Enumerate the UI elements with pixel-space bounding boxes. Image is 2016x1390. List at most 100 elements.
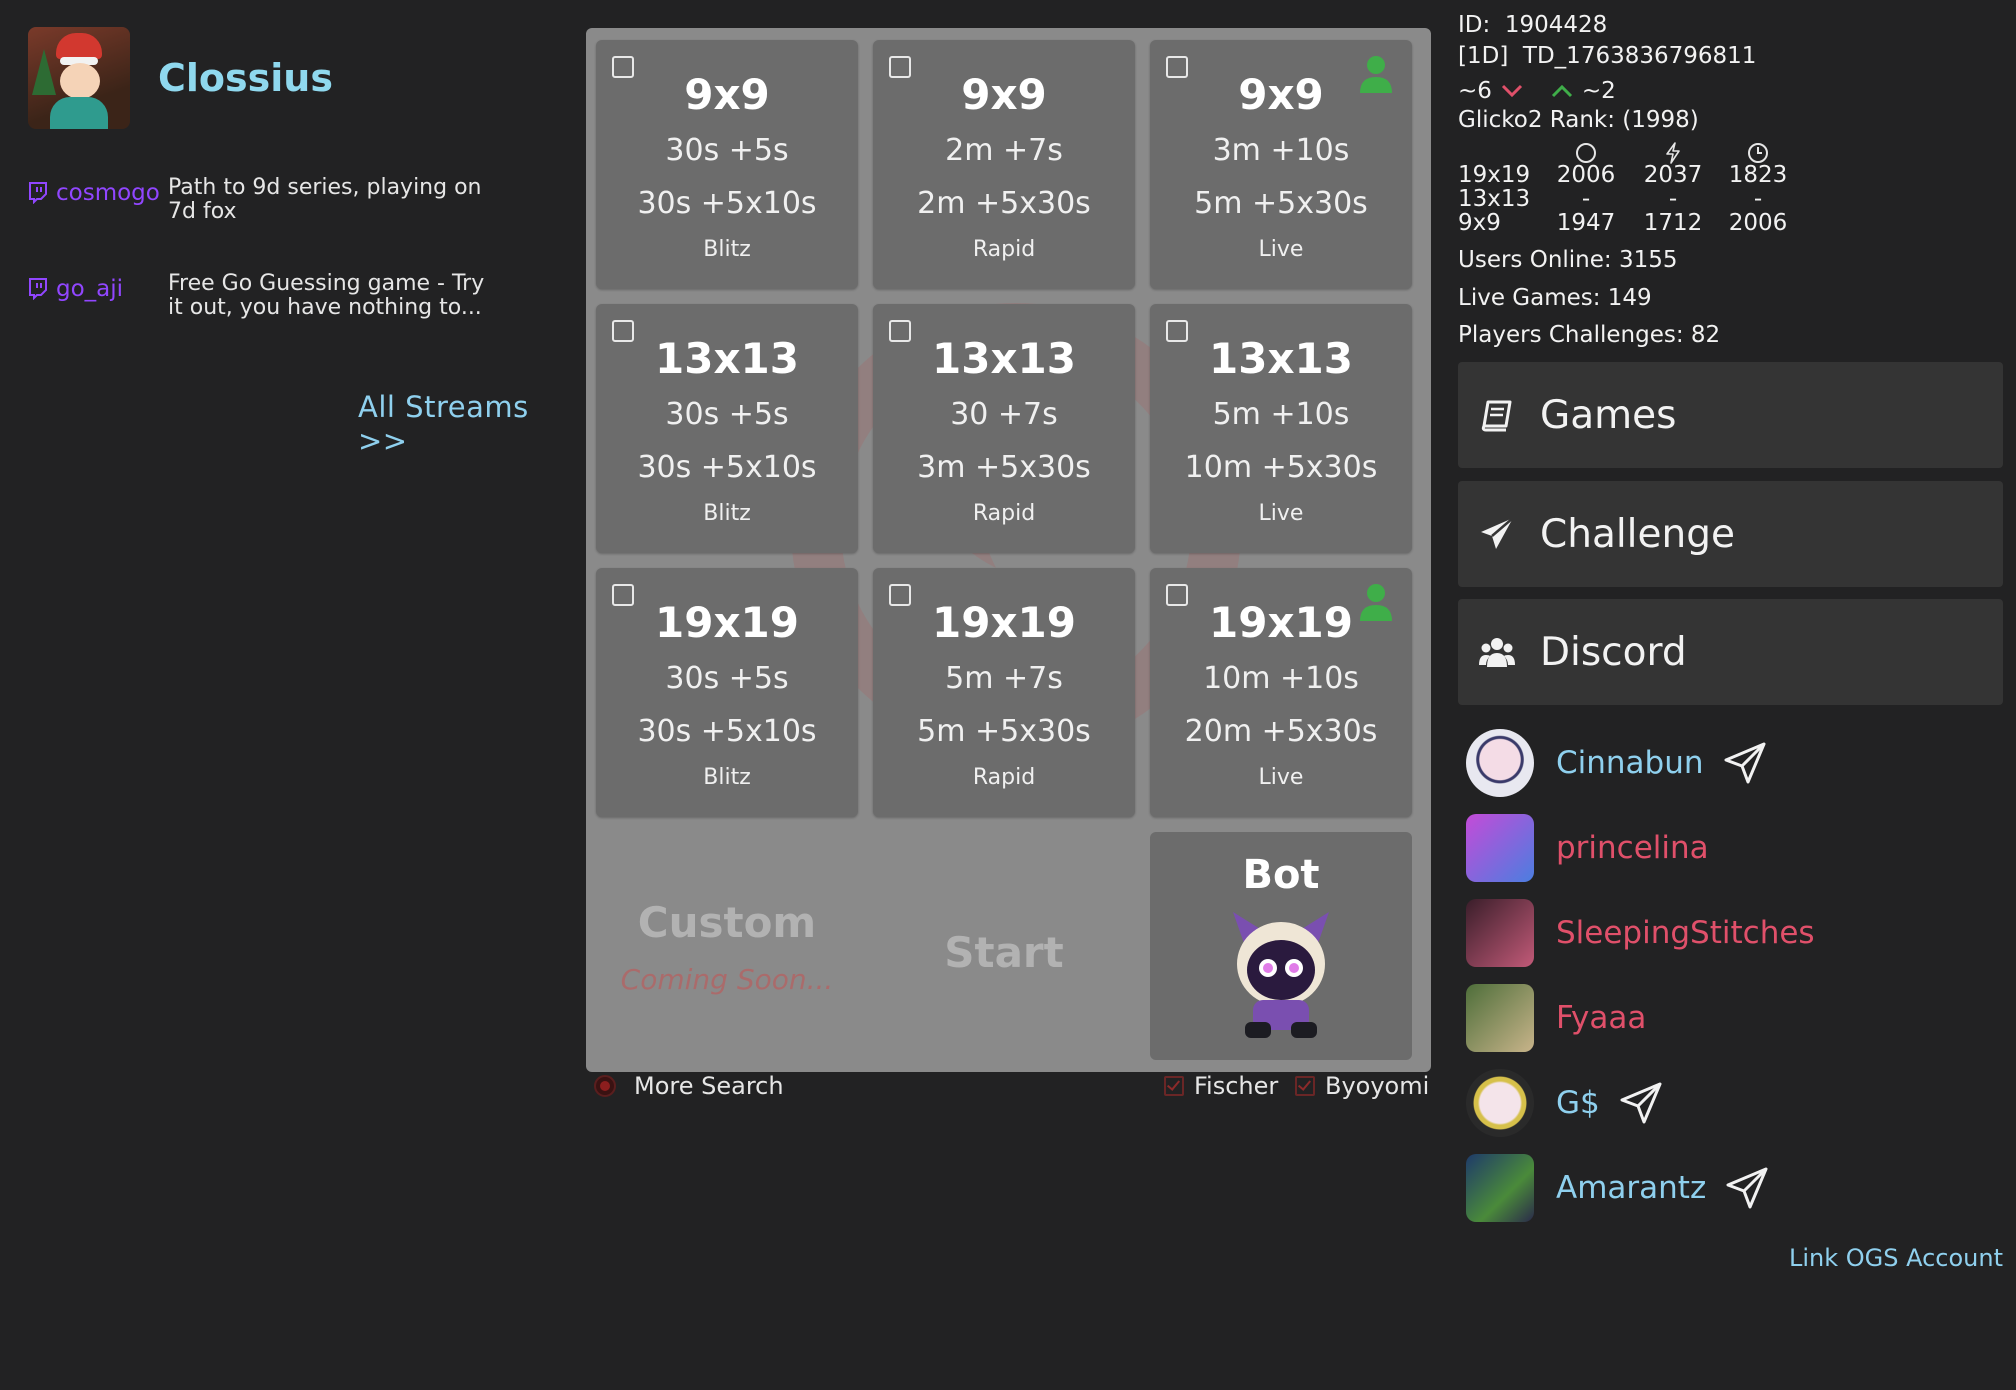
lightning-icon: [1666, 142, 1680, 164]
friend-name[interactable]: Fyaaa: [1556, 1000, 1646, 1036]
trend-up-value: ~2: [1581, 78, 1616, 104]
more-search-option[interactable]: More Search: [594, 1072, 784, 1100]
fischer-checkbox[interactable]: [1164, 1076, 1184, 1096]
board-size: 9x9: [961, 70, 1047, 119]
friend-name[interactable]: Amarantz: [1556, 1170, 1706, 1206]
friend-list-item[interactable]: Fyaaa: [1466, 983, 1646, 1053]
friend-list-item[interactable]: G$: [1466, 1068, 1664, 1138]
more-search-radio[interactable]: [594, 1075, 616, 1097]
send-icon[interactable]: [1722, 740, 1768, 786]
tile-checkbox[interactable]: [1166, 584, 1188, 606]
friend-name[interactable]: G$: [1556, 1085, 1600, 1121]
twitch-icon: [29, 278, 47, 300]
rank-value: 1823: [1728, 162, 1788, 188]
live-games: Live Games: 149: [1458, 285, 1652, 311]
tile-checkbox[interactable]: [612, 56, 634, 78]
time-control-tile[interactable]: 19x19 10m +10s 20m +5x30s Live: [1150, 568, 1412, 817]
speed-label: Rapid: [972, 501, 1036, 526]
avatar[interactable]: [1466, 1069, 1534, 1137]
time-control-tile[interactable]: 9x9 2m +7s 2m +5x30s Rapid: [873, 40, 1135, 289]
byoyomi-option[interactable]: Byoyomi: [1295, 1072, 1429, 1100]
tile-checkbox[interactable]: [889, 320, 911, 342]
time-control-tile[interactable]: 13x13 30 +7s 3m +5x30s Rapid: [873, 304, 1135, 553]
speed-label: Blitz: [703, 765, 751, 790]
stream-title[interactable]: Free Go Guessing game - Try it out, you …: [168, 272, 498, 320]
time-control-tile[interactable]: 19x19 5m +7s 5m +5x30s Rapid: [873, 568, 1135, 817]
profile-name[interactable]: Clossius: [158, 56, 333, 100]
byoyomi-time: 20m +5x30s: [1184, 714, 1378, 749]
friend-name[interactable]: SleepingStitches: [1556, 915, 1815, 951]
avatar[interactable]: [28, 27, 130, 129]
bot-tile[interactable]: Bot: [1150, 832, 1412, 1060]
stream-user[interactable]: cosmogo: [56, 180, 160, 206]
rank-dash: -: [1668, 186, 1678, 212]
tile-checkbox[interactable]: [889, 56, 911, 78]
discord-button[interactable]: Discord: [1458, 599, 2003, 705]
tile-checkbox[interactable]: [889, 584, 911, 606]
start-button[interactable]: Start: [873, 836, 1135, 1066]
glicko-rank: Glicko2 Rank: (1998): [1458, 107, 1699, 133]
friend-list-item[interactable]: SleepingStitches: [1466, 898, 1815, 968]
custom-tile: Custom Coming Soon...: [596, 836, 858, 1066]
byoyomi-time: 30s +5x10s: [637, 450, 817, 485]
send-icon[interactable]: [1724, 1165, 1770, 1211]
stream-user[interactable]: go_aji: [56, 276, 123, 302]
time-control-tile[interactable]: 9x9 30s +5s 30s +5x10s Blitz: [596, 40, 858, 289]
speed-label: Rapid: [972, 237, 1036, 262]
avatar[interactable]: [1466, 814, 1534, 882]
id-label: ID:: [1458, 12, 1491, 38]
avatar[interactable]: [1466, 984, 1534, 1052]
trend-down-value: ~6: [1458, 78, 1492, 104]
time-control-tile[interactable]: 13x13 30s +5s 30s +5x10s Blitz: [596, 304, 858, 553]
avatar[interactable]: [1466, 729, 1534, 797]
friend-name[interactable]: princelina: [1556, 830, 1709, 866]
friend-list-item[interactable]: Amarantz: [1466, 1153, 1770, 1223]
rank-dash: -: [1581, 186, 1591, 212]
rank-value: 1947: [1556, 210, 1616, 236]
fischer-label: Fischer: [1194, 1072, 1279, 1100]
friend-name[interactable]: Cinnabun: [1556, 745, 1704, 781]
byoyomi-time: 10m +5x30s: [1184, 450, 1378, 485]
avatar[interactable]: [1466, 899, 1534, 967]
tile-checkbox[interactable]: [1166, 320, 1188, 342]
tile-checkbox[interactable]: [1166, 56, 1188, 78]
left-column: Clossius cosmogo Path to 9d series, play…: [28, 26, 568, 458]
chevron-down-icon: [1501, 84, 1522, 98]
board-label: 19x19: [1458, 162, 1531, 188]
fischer-option[interactable]: Fischer: [1164, 1072, 1278, 1100]
speed-label: Live: [1258, 237, 1304, 262]
tile-checkbox[interactable]: [612, 584, 634, 606]
byoyomi-time: 30s +5x10s: [637, 714, 817, 749]
all-streams-link[interactable]: All Streams >>: [358, 390, 568, 458]
chevron-up-icon: [1551, 84, 1572, 98]
stream-item[interactable]: cosmogo Path to 9d series, playing on 7d…: [28, 176, 568, 272]
book-icon: [1481, 400, 1512, 432]
tile-checkbox[interactable]: [612, 320, 634, 342]
friend-list-item[interactable]: Cinnabun: [1466, 728, 1768, 798]
time-control-tile[interactable]: 9x9 3m +10s 5m +5x30s Live: [1150, 40, 1412, 289]
stream-title[interactable]: Path to 9d series, playing on 7d fox: [168, 176, 498, 224]
challenge-button[interactable]: Challenge: [1458, 481, 2003, 587]
user-online-icon: [1360, 56, 1392, 93]
ind-value: TD_1763836796811: [1522, 43, 1757, 69]
ind-label: [1D]: [1458, 43, 1509, 69]
time-control-tile[interactable]: 19x19 30s +5s 30s +5x10s Blitz: [596, 568, 858, 817]
ind-id: [1D] TD_1763836796811: [1458, 43, 1756, 69]
byoyomi-checkbox[interactable]: [1295, 1076, 1315, 1096]
stream-item[interactable]: go_aji Free Go Guessing game - Try it ou…: [28, 272, 568, 368]
games-button[interactable]: Games: [1458, 362, 2003, 468]
avatar[interactable]: [1466, 1154, 1534, 1222]
rank-value: 2006: [1728, 210, 1788, 236]
main-time: 5m +7s: [945, 661, 1063, 696]
link-ogs-account-link[interactable]: Link OGS Account: [1789, 1244, 2003, 1272]
circle-icon: [1576, 143, 1596, 163]
speed-label: Blitz: [703, 501, 751, 526]
main-time: 30s +5s: [665, 397, 789, 432]
rank-dash: -: [1753, 186, 1763, 212]
rank-value: 1712: [1643, 210, 1703, 236]
clock-icon: [1748, 143, 1768, 163]
friend-list-item[interactable]: princelina: [1466, 813, 1709, 883]
send-icon[interactable]: [1618, 1080, 1664, 1126]
rank-value: 2006: [1556, 162, 1616, 188]
time-control-tile[interactable]: 13x13 5m +10s 10m +5x30s Live: [1150, 304, 1412, 553]
